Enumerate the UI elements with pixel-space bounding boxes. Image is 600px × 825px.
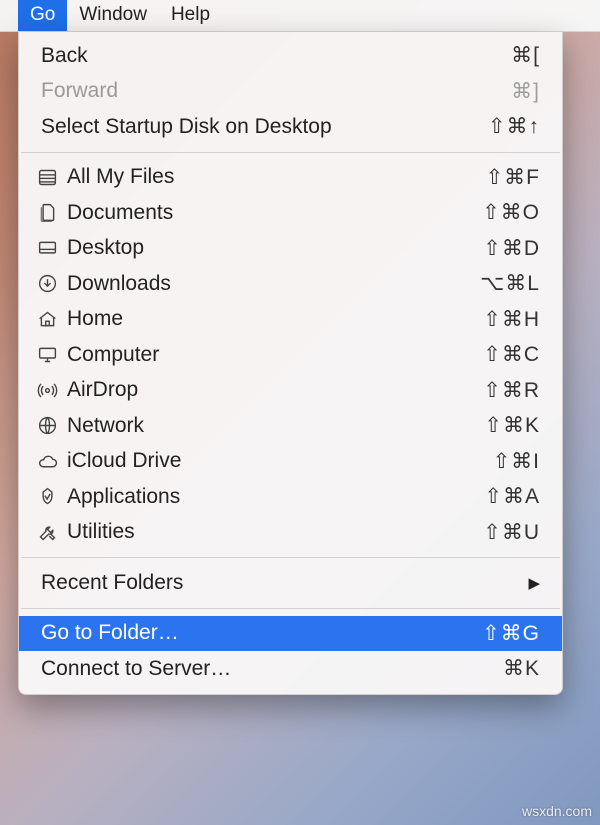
menu-item-network[interactable]: Network ⇧⌘K — [19, 408, 562, 444]
menu-item-back[interactable]: Back ⌘[ — [19, 38, 562, 74]
submenu-arrow-icon: ▶ — [528, 574, 540, 592]
menu-item-airdrop[interactable]: AirDrop ⇧⌘R — [19, 373, 562, 409]
menu-separator — [21, 557, 560, 558]
desktop-icon — [37, 238, 67, 259]
menu-item-shortcut: ⇧⌘O — [482, 200, 540, 225]
menu-item-shortcut: ⇧⌘K — [484, 413, 540, 438]
menubar-item-help[interactable]: Help — [159, 0, 222, 31]
menu-item-shortcut: ⌘] — [511, 79, 540, 104]
icloud-icon — [37, 451, 67, 472]
go-menu-dropdown: Back ⌘[ Forward ⌘] Select Startup Disk o… — [18, 32, 563, 695]
utilities-icon — [37, 522, 67, 543]
menu-item-label: Documents — [67, 201, 482, 225]
menu-separator — [21, 608, 560, 609]
menu-item-shortcut: ⇧⌘↑ — [488, 114, 540, 139]
documents-icon — [37, 202, 67, 223]
menu-item-label: All My Files — [67, 165, 486, 189]
home-icon — [37, 309, 67, 330]
menu-item-connect-to-server[interactable]: Connect to Server… ⌘K — [19, 651, 562, 687]
menu-item-select-startup-disk[interactable]: Select Startup Disk on Desktop ⇧⌘↑ — [19, 109, 562, 145]
menu-item-label: Recent Folders — [41, 571, 528, 595]
menu-item-shortcut: ⇧⌘G — [482, 621, 540, 646]
watermark: wsxdn.com — [522, 803, 592, 819]
menu-item-shortcut: ⇧⌘H — [483, 307, 540, 332]
menu-item-shortcut: ⇧⌘A — [484, 484, 540, 509]
menu-item-shortcut: ⇧⌘C — [483, 342, 540, 367]
menu-item-label: Network — [67, 414, 484, 438]
menu-item-label: Go to Folder… — [41, 621, 482, 645]
menu-item-shortcut: ⌘[ — [511, 43, 540, 68]
menu-item-label: Forward — [41, 79, 511, 103]
menu-item-icloud-drive[interactable]: iCloud Drive ⇧⌘I — [19, 444, 562, 480]
menubar-item-go[interactable]: Go — [18, 0, 67, 31]
menu-item-shortcut: ⇧⌘F — [486, 165, 540, 190]
menu-item-go-to-folder[interactable]: Go to Folder… ⇧⌘G — [19, 616, 562, 652]
menu-item-shortcut: ⌘K — [503, 656, 540, 681]
menu-item-all-my-files[interactable]: All My Files ⇧⌘F — [19, 160, 562, 196]
menu-item-forward: Forward ⌘] — [19, 74, 562, 110]
menu-item-applications[interactable]: Applications ⇧⌘A — [19, 479, 562, 515]
menu-item-label: Home — [67, 307, 483, 331]
menu-separator — [21, 152, 560, 153]
menu-item-label: Utilities — [67, 520, 483, 544]
menu-item-computer[interactable]: Computer ⇧⌘C — [19, 337, 562, 373]
menu-item-label: Applications — [67, 485, 484, 509]
menu-item-label: iCloud Drive — [67, 449, 493, 473]
menu-item-label: AirDrop — [67, 378, 483, 402]
all-files-icon — [37, 167, 67, 188]
menu-item-shortcut: ⇧⌘I — [493, 449, 540, 474]
menu-item-utilities[interactable]: Utilities ⇧⌘U — [19, 515, 562, 551]
menubar: Go Window Help — [0, 0, 600, 32]
menubar-item-window[interactable]: Window — [67, 0, 159, 31]
computer-icon — [37, 344, 67, 365]
menu-item-label: Computer — [67, 343, 483, 367]
menu-item-desktop[interactable]: Desktop ⇧⌘D — [19, 231, 562, 267]
downloads-icon — [37, 273, 67, 294]
network-icon — [37, 415, 67, 436]
menu-item-shortcut: ⇧⌘R — [483, 378, 540, 403]
menu-item-home[interactable]: Home ⇧⌘H — [19, 302, 562, 338]
menu-item-label: Desktop — [67, 236, 483, 260]
menu-item-label: Connect to Server… — [41, 657, 503, 681]
airdrop-icon — [37, 380, 67, 401]
menu-item-label: Back — [41, 44, 511, 68]
menu-item-downloads[interactable]: Downloads ⌥⌘L — [19, 266, 562, 302]
menu-item-label: Downloads — [67, 272, 480, 296]
menu-item-documents[interactable]: Documents ⇧⌘O — [19, 195, 562, 231]
menu-item-label: Select Startup Disk on Desktop — [41, 115, 488, 139]
menu-item-shortcut: ⇧⌘D — [483, 236, 540, 261]
menu-item-recent-folders[interactable]: Recent Folders ▶ — [19, 565, 562, 601]
menu-item-shortcut: ⇧⌘U — [483, 520, 540, 545]
applications-icon — [37, 486, 67, 507]
menu-item-shortcut: ⌥⌘L — [480, 271, 540, 296]
